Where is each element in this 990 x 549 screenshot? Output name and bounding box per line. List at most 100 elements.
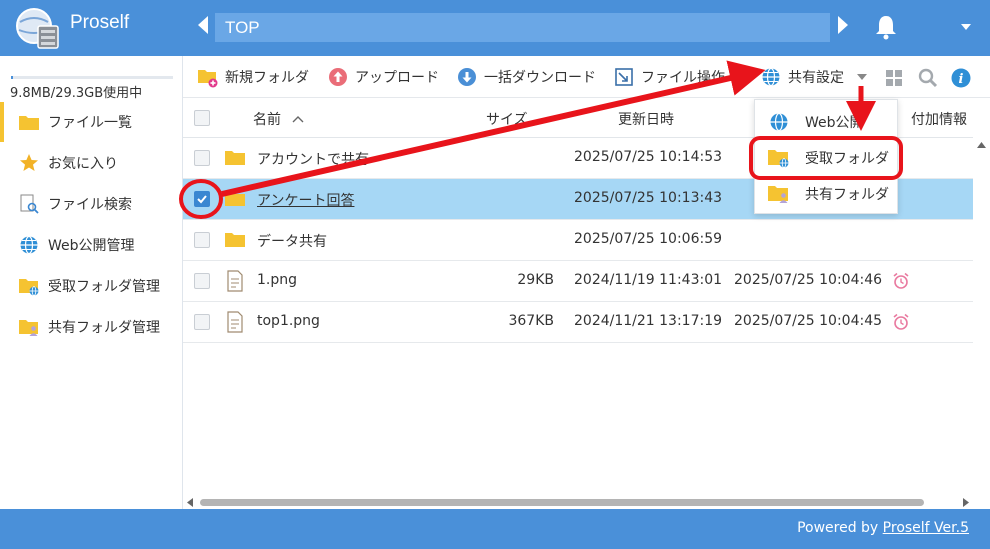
sidebar: 9.8MB/29.3GB使用中 ファイル一覧 お気に入り ファイル検索 Web公…	[0, 56, 183, 509]
storage-usage-fill	[11, 76, 13, 79]
upload-label: アップロード	[355, 70, 439, 86]
info-icon[interactable]: i	[951, 68, 971, 88]
globe-icon	[760, 66, 782, 88]
proself-logo-icon[interactable]	[14, 6, 62, 50]
table-row[interactable]: top1.png 367KB 2024/11/21 13:17:19 2025/07/…	[183, 302, 973, 343]
row-checkbox[interactable]	[194, 273, 210, 289]
sidebar-item-favorites[interactable]: お気に入り	[0, 143, 183, 183]
row-name[interactable]: データ共有	[257, 231, 327, 251]
sidebar-item-label: お気に入り	[48, 156, 118, 172]
dropdown-item-web-publish[interactable]: Web公開	[755, 104, 899, 140]
column-header-extra[interactable]: 付加情報	[911, 109, 967, 129]
row-updated: 2024/11/21 13:17:19	[574, 313, 723, 329]
dropdown-item-shared-folder[interactable]: 共有フォルダ	[755, 176, 899, 212]
globe-icon	[767, 111, 791, 133]
folder-icon	[225, 233, 245, 247]
file-operations-label: ファイル操作	[641, 70, 725, 86]
new-folder-button[interactable]: 新規フォルダ	[197, 65, 309, 89]
star-icon	[18, 153, 40, 173]
sidebar-item-label: 共有フォルダ管理	[48, 320, 160, 336]
sidebar-item-label: ファイル一覧	[48, 115, 132, 131]
sidebar-item-receive-folder[interactable]: 受取フォルダ管理	[0, 266, 183, 306]
receive-folder-icon	[767, 147, 791, 169]
footer-version-link[interactable]: Proself Ver.5	[883, 520, 969, 536]
app-title: Proself	[70, 12, 130, 33]
sidebar-item-label: Web公開管理	[48, 238, 135, 254]
row-checkbox[interactable]	[194, 191, 210, 207]
dropdown-item-label: Web公開	[805, 115, 864, 131]
download-icon	[456, 66, 478, 88]
dropdown-item-label: 受取フォルダ	[805, 151, 889, 167]
path-field[interactable]: TOP	[215, 13, 830, 42]
sidebar-item-label: ファイル検索	[48, 197, 132, 213]
row-extra-info: 2025/07/25 10:04:46	[734, 272, 883, 288]
globe-icon	[18, 235, 40, 255]
nav-forward-icon[interactable]	[838, 16, 848, 34]
scrollbar-thumb[interactable]	[200, 499, 924, 506]
dropdown-item-receive-folder[interactable]: 受取フォルダ	[755, 140, 899, 176]
file-icon	[227, 270, 243, 292]
row-extra-info: 2025/07/25 10:04:45	[734, 313, 883, 329]
row-checkbox[interactable]	[194, 314, 210, 330]
grid-view-icon[interactable]	[885, 69, 903, 87]
row-updated: 2025/07/25 10:14:53	[574, 149, 723, 165]
row-name[interactable]: アカウントで共有	[257, 149, 369, 169]
app-footer: Powered by Proself Ver.5	[0, 509, 990, 549]
scroll-up-icon[interactable]	[977, 142, 986, 148]
search-icon[interactable]	[918, 68, 938, 88]
row-name[interactable]: top1.png	[257, 313, 320, 329]
row-updated: 2024/11/19 11:43:01	[574, 272, 723, 288]
row-updated: 2025/07/25 10:06:59	[574, 231, 723, 247]
bell-icon[interactable]	[874, 14, 898, 40]
toolbar: 新規フォルダ アップロード 一括ダウンロード ファイル操作 共有設定 i	[183, 56, 990, 98]
share-settings-button[interactable]: 共有設定	[760, 65, 867, 89]
receive-folder-icon	[18, 276, 40, 296]
shared-folder-icon	[767, 183, 791, 205]
row-name[interactable]: 1.png	[257, 272, 297, 288]
svg-text:i: i	[959, 72, 964, 87]
alarm-clock-icon[interactable]	[892, 313, 910, 331]
row-updated: 2025/07/25 10:13:43	[574, 190, 723, 206]
sidebar-item-file-search[interactable]: ファイル検索	[0, 184, 183, 224]
share-settings-label: 共有設定	[788, 70, 844, 86]
share-settings-chevron-down-icon[interactable]	[857, 74, 867, 80]
scroll-left-icon[interactable]	[187, 498, 193, 507]
sidebar-item-shared-folder[interactable]: 共有フォルダ管理	[0, 307, 183, 347]
sidebar-item-web-publish[interactable]: Web公開管理	[0, 225, 183, 265]
footer-text: Powered by Proself Ver.5	[797, 520, 969, 536]
nav-back-icon[interactable]	[198, 16, 208, 34]
row-checkbox[interactable]	[194, 232, 210, 248]
column-header-size[interactable]: サイズ	[486, 109, 528, 129]
file-icon	[227, 311, 243, 333]
file-operations-icon	[613, 66, 635, 88]
horizontal-scrollbar[interactable]	[183, 495, 973, 509]
file-operations-button[interactable]: ファイル操作	[613, 65, 725, 89]
row-checkbox[interactable]	[194, 150, 210, 166]
alarm-clock-icon[interactable]	[892, 272, 910, 290]
row-name[interactable]: アンケート回答	[257, 190, 354, 210]
app-header: Proself TOP	[0, 0, 990, 56]
upload-button[interactable]: アップロード	[327, 65, 439, 89]
sidebar-item-file-list[interactable]: ファイル一覧	[0, 102, 183, 142]
folder-icon	[225, 192, 245, 206]
sort-ascending-icon	[292, 116, 304, 123]
column-header-updated[interactable]: 更新日時	[618, 109, 674, 129]
scroll-right-icon[interactable]	[963, 498, 969, 507]
column-header-name[interactable]: 名前	[253, 109, 305, 129]
row-size: 367KB	[508, 313, 554, 329]
dropdown-item-label: 共有フォルダ	[805, 187, 889, 203]
vertical-scrollbar[interactable]	[973, 138, 990, 498]
folder-icon	[18, 112, 40, 132]
shared-folder-icon	[18, 317, 40, 337]
table-row[interactable]: データ共有 2025/07/25 10:06:59	[183, 220, 973, 261]
storage-usage-bar	[11, 76, 173, 79]
storage-usage-text: 9.8MB/29.3GB使用中	[10, 86, 143, 101]
row-size: 29KB	[517, 272, 554, 288]
table-row[interactable]: 1.png 29KB 2024/11/19 11:43:01 2025/07/25 1…	[183, 261, 973, 302]
bulk-download-button[interactable]: 一括ダウンロード	[456, 65, 596, 89]
select-all-checkbox[interactable]	[194, 110, 210, 126]
folder-icon	[225, 151, 245, 165]
bulk-download-label: 一括ダウンロード	[484, 70, 596, 86]
user-menu-chevron-down-icon[interactable]	[961, 24, 971, 30]
new-folder-icon	[197, 66, 219, 88]
